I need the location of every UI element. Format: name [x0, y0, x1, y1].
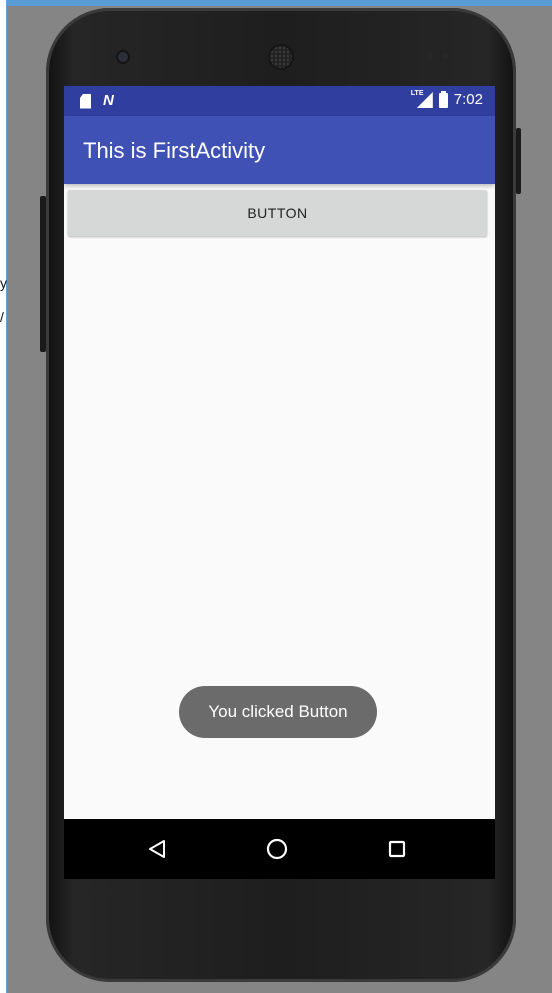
back-icon[interactable] [148, 839, 166, 859]
n-notification-icon: N [103, 92, 114, 109]
device-screen: N LTE 7:02 This is FirstActivity BUTTON … [64, 86, 495, 879]
system-icons: LTE 7:02 [411, 90, 483, 108]
front-camera [118, 52, 128, 62]
earpiece-speaker [270, 46, 292, 68]
signal-lte-icon: LTE [411, 90, 433, 108]
proximity-sensor [428, 53, 434, 59]
status-time: 7:02 [453, 91, 483, 108]
volume-button [40, 196, 46, 352]
window-left-border [0, 0, 7, 993]
network-type-label: LTE [410, 90, 424, 97]
toast-message: You clicked Button [179, 686, 377, 738]
window-top-border [0, 0, 552, 6]
battery-icon [438, 90, 448, 108]
sd-card-icon [80, 93, 91, 109]
recents-icon[interactable] [388, 840, 406, 858]
clipped-edge-glyph: y [0, 275, 7, 291]
clipped-edge-glyph: / [0, 309, 4, 325]
app-bar: This is FirstActivity [64, 116, 495, 184]
status-bar: N LTE 7:02 [64, 86, 495, 116]
navigation-bar [64, 819, 495, 879]
activity-title: This is FirstActivity [83, 138, 266, 163]
main-button[interactable]: BUTTON [68, 190, 487, 236]
notification-icons: N [80, 93, 114, 109]
light-sensor [442, 53, 448, 59]
home-icon[interactable] [266, 838, 288, 860]
power-button [516, 128, 521, 194]
